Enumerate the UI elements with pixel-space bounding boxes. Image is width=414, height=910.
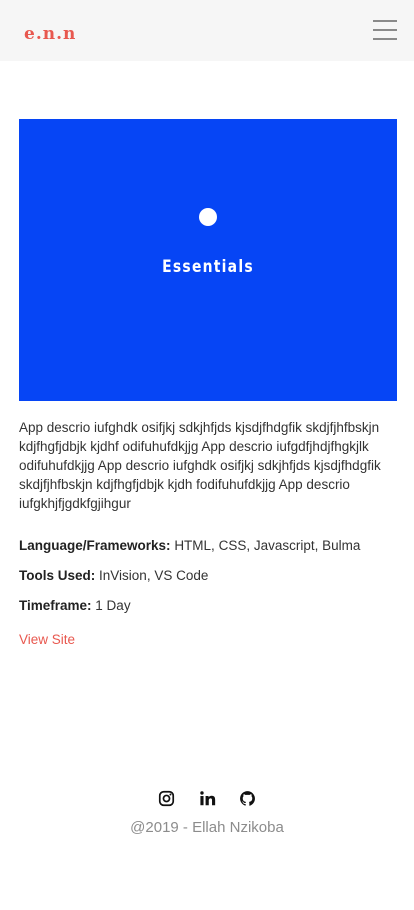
project-hero: Essentials (19, 119, 397, 401)
github-icon[interactable] (239, 790, 256, 807)
meta-languages: Language/Frameworks: HTML, CSS, Javascri… (19, 538, 399, 553)
meta-tools: Tools Used: InVision, VS Code (19, 568, 399, 583)
meta-tools-label: Tools Used: (19, 568, 96, 583)
project-title: Essentials (162, 257, 254, 277)
project-description: App descrio iufghdk osifjkj sdkjhfjds kj… (19, 420, 381, 511)
menu-line (373, 29, 397, 31)
copyright-text: @2019 - Ellah Nzikoba (130, 819, 284, 836)
view-site-link[interactable]: View Site (19, 632, 75, 647)
meta-languages-value: HTML, CSS, Javascript, Bulma (174, 538, 361, 553)
meta-timeframe-label: Timeframe: (19, 598, 92, 613)
hamburger-menu-icon[interactable] (373, 19, 397, 41)
meta-timeframe: Timeframe: 1 Day (19, 598, 399, 613)
menu-line (373, 20, 397, 22)
dot-icon (199, 208, 217, 226)
social-links (0, 790, 414, 810)
menu-line (373, 38, 397, 40)
linkedin-icon[interactable] (199, 790, 216, 807)
navbar: e.n.n (0, 0, 414, 61)
instagram-icon[interactable] (158, 790, 175, 807)
site-logo[interactable]: e.n.n (24, 24, 76, 44)
meta-timeframe-value: 1 Day (95, 598, 131, 613)
meta-languages-label: Language/Frameworks: (19, 538, 171, 553)
meta-tools-value: InVision, VS Code (99, 568, 209, 583)
